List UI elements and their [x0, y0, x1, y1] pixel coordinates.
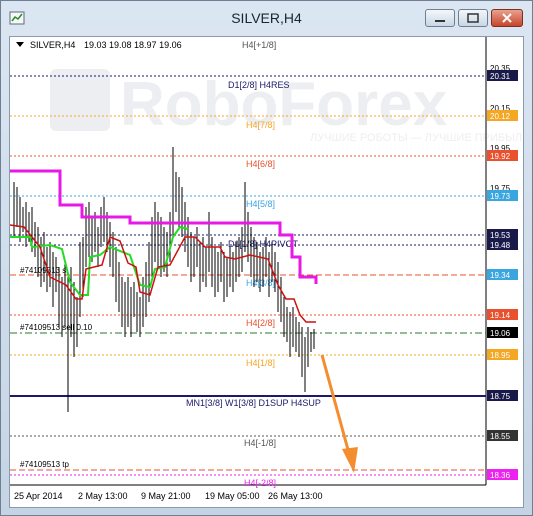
symbol-label: SILVER,H4 — [30, 40, 75, 50]
price-tag-label: 19.53 — [490, 231, 511, 240]
time-label: 9 May 21:00 — [141, 491, 191, 501]
dropdown-arrow-icon[interactable] — [16, 42, 24, 47]
close-icon — [502, 13, 512, 23]
time-label: 26 May 13:00 — [268, 491, 323, 501]
price-tag-label: 18.75 — [490, 392, 511, 401]
chart-header: SILVER,H4 19.03 19.08 18.97 19.06 — [16, 40, 182, 50]
price-tag-label: 20.31 — [490, 72, 511, 81]
level-label: H4[1/8] — [246, 358, 275, 368]
level-label: H4[-1/8] — [244, 438, 276, 448]
price-chart[interactable]: RoboForex ЛУЧШИЕ РОБОТЫ — ЛУЧШИЕ ПРИБЫЛИ… — [10, 37, 523, 507]
level-label: H4[2/8] — [246, 318, 275, 328]
level-label: H4[3/8] — [246, 278, 275, 288]
price-tag-label: 20.12 — [490, 112, 511, 121]
price-tag-label: 19.92 — [490, 152, 511, 161]
close-button[interactable] — [491, 9, 523, 27]
ohlc-values: 19.03 19.08 18.97 19.06 — [84, 40, 182, 50]
price-tag-label: 18.95 — [490, 351, 511, 360]
order-sell-label: #74109513 sell 0.10 — [20, 323, 93, 332]
price-tag-label: 19.48 — [490, 241, 511, 250]
chart-window: SILVER,H4 RoboForex ЛУЧШИЕ РОБОТЫ — ЛУЧШ… — [0, 0, 533, 516]
chart-canvas[interactable]: RoboForex ЛУЧШИЕ РОБОТЫ — ЛУЧШИЕ ПРИБЫЛИ… — [9, 36, 524, 508]
level-label: D1[2/8] H4RES — [228, 80, 290, 90]
price-tag-label: 19.73 — [490, 192, 511, 201]
title-bar[interactable]: SILVER,H4 — [1, 1, 532, 35]
price-tag-label: 18.36 — [490, 471, 511, 480]
order-tp-label: #74109513 tp — [20, 460, 69, 469]
restore-icon — [467, 13, 479, 23]
forecast-arrow — [320, 354, 358, 473]
level-label: H4[7/8] — [246, 120, 275, 130]
price-tag-label: 19.34 — [490, 271, 511, 280]
level-label: H4[5/8] — [246, 199, 275, 209]
time-label: 2 May 13:00 — [78, 491, 128, 501]
minimize-icon — [435, 20, 445, 22]
level-label: H4[6/8] — [246, 159, 275, 169]
level-label: H4[+1/8] — [242, 40, 276, 50]
price-tag-label: 19.14 — [490, 311, 511, 320]
level-label: H4[-2/8] — [244, 478, 276, 488]
time-label: 25 Apr 2014 — [14, 491, 63, 501]
price-axis: 20.3520.3120.1520.1219.9519.9219.7519.73… — [487, 62, 518, 480]
minimize-button[interactable] — [425, 9, 455, 27]
time-label: 19 May 05:00 — [205, 491, 260, 501]
time-axis: 25 Apr 2014 2 May 13:00 9 May 21:00 19 M… — [14, 491, 323, 501]
level-label: MN1[3/8] W1[3/8] D1SUP H4SUP — [186, 398, 321, 408]
restore-button[interactable] — [458, 9, 488, 27]
price-tag-label: 18.55 — [490, 432, 511, 441]
price-tag-label: 19.06 — [490, 329, 511, 338]
